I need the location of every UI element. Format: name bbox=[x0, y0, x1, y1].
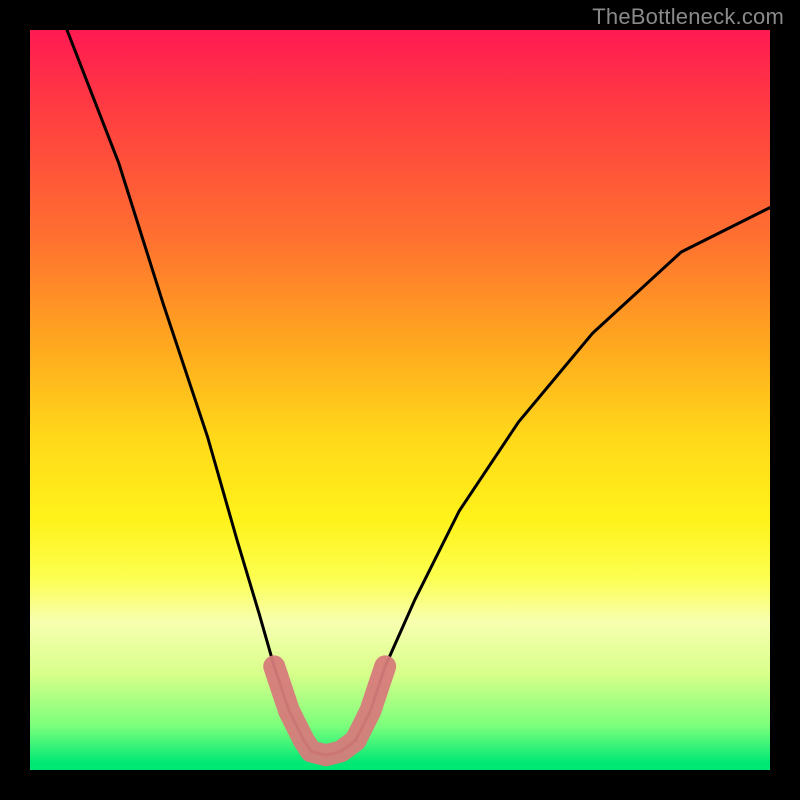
gradient-plot-area bbox=[30, 30, 770, 770]
watermark-text: TheBottleneck.com bbox=[592, 4, 784, 30]
chart-frame: TheBottleneck.com bbox=[0, 0, 800, 800]
near-optimal-highlight bbox=[274, 666, 385, 755]
bottleneck-curve bbox=[67, 30, 770, 755]
bottleneck-curve-svg bbox=[30, 30, 770, 770]
